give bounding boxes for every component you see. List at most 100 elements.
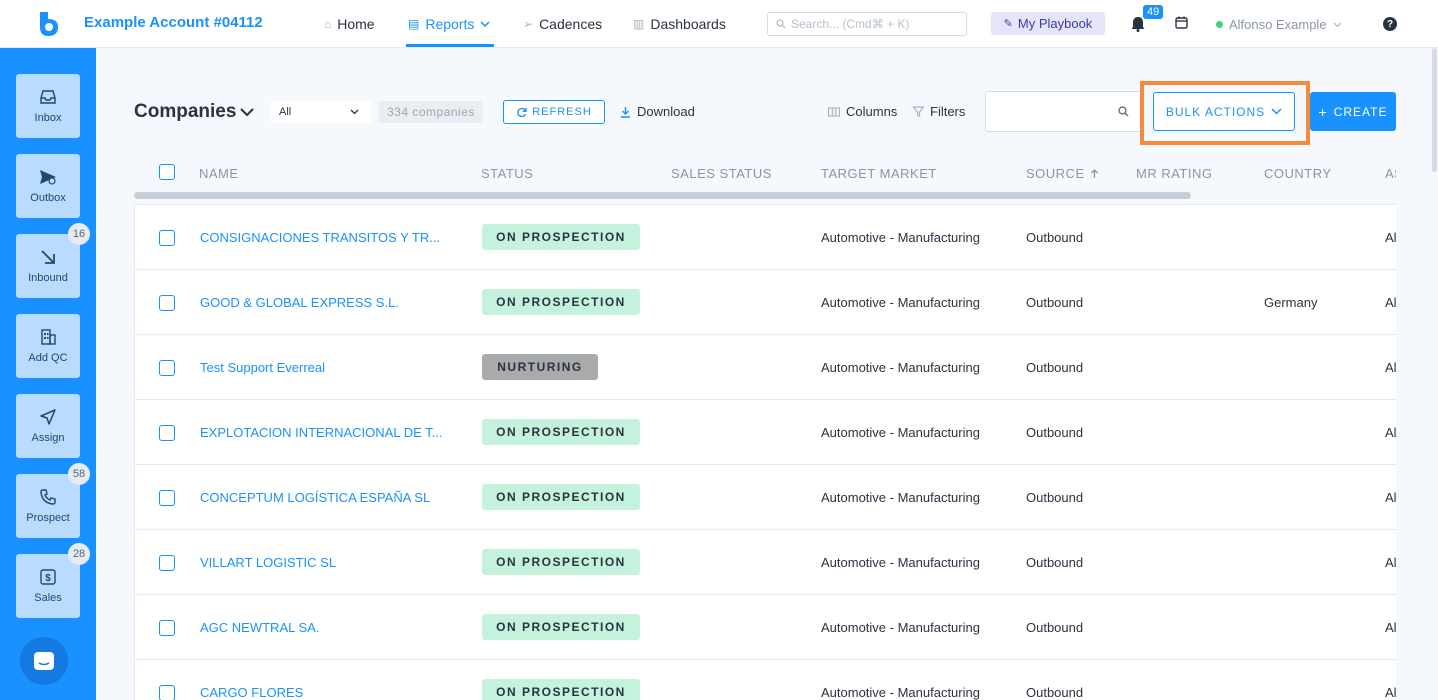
status-badge: ON PROSPECTION [482, 549, 640, 575]
bell-icon[interactable] [1131, 16, 1145, 32]
plus-icon: + [1318, 103, 1328, 120]
source-cell: Outbound [1026, 295, 1084, 310]
vertical-scrollbar[interactable] [1432, 48, 1437, 172]
columns-label: Columns [846, 104, 898, 119]
status-badge: ON PROSPECTION [482, 614, 640, 640]
view-filter-value: All [279, 106, 292, 118]
table-row[interactable]: CONSIGNACIONES TRANSITOS Y TR... ON PROSP… [135, 204, 1396, 269]
row-checkbox[interactable] [159, 490, 175, 506]
row-checkbox[interactable] [159, 230, 175, 246]
column-header-source[interactable]: SOURCE [1026, 166, 1099, 181]
row-checkbox[interactable] [159, 425, 175, 441]
create-label: CREATE [1333, 104, 1388, 119]
target-market-cell: Automotive - Manufacturing [821, 620, 980, 635]
target-market-cell: Automotive - Manufacturing [821, 295, 980, 310]
my-playbook-label: My Playbook [1017, 16, 1093, 31]
column-header-name[interactable]: NAME [199, 166, 239, 181]
account-name[interactable]: Example Account #04112 [84, 14, 263, 31]
target-market-cell: Automotive - Manufacturing [821, 555, 980, 570]
table-row[interactable]: VILLART LOGISTIC SL ON PROSPECTION Automot… [135, 529, 1396, 594]
sidebar-item-assign[interactable]: Assign [16, 394, 80, 458]
table-row[interactable]: EXPLOTACION INTERNACIONAL DE T... ON PROS… [135, 399, 1396, 464]
create-button[interactable]: + CREATE [1310, 92, 1396, 131]
table-row[interactable]: GOOD & GLOBAL EXPRESS S.L. ON PROSPECTION… [135, 269, 1396, 334]
download-button[interactable]: Download [620, 104, 695, 119]
filter-icon [913, 106, 924, 117]
table-row[interactable]: AGC NEWTRAL SA. ON PROSPECTION Automotive … [135, 594, 1396, 659]
top-bar: Example Account #04112 ⌂ Home ▤ Reports … [0, 0, 1438, 48]
page-title[interactable]: Companies [134, 101, 255, 123]
download-icon [621, 106, 630, 118]
user-menu[interactable]: Alfonso Example [1216, 17, 1342, 32]
company-name-link[interactable]: CARGO FLORES [200, 685, 303, 700]
company-name-link[interactable]: AGC NEWTRAL SA. [200, 620, 319, 635]
companies-count-badge: 334 companies [379, 101, 483, 123]
row-checkbox[interactable] [159, 555, 175, 571]
truncated-cell: Al [1385, 555, 1396, 570]
row-checkbox[interactable] [159, 620, 175, 636]
bulk-actions-button[interactable]: BULK ACTIONS [1153, 92, 1295, 131]
row-checkbox[interactable] [159, 685, 175, 700]
table-row[interactable]: CONCEPTUM LOGÍSTICA ESPAÑA SL ON PROSPECT… [135, 464, 1396, 529]
calendar-icon[interactable] [1175, 16, 1188, 29]
company-name-link[interactable]: Test Support Everreal [200, 360, 325, 375]
sidebar: Inbox Outbox Inbound 16 Add QC Assign Pr… [0, 48, 96, 700]
table-row[interactable]: CARGO FLORES ON PROSPECTION Automotive - M… [135, 659, 1396, 700]
wand-icon: ✎ [1003, 18, 1013, 30]
status-badge: ON PROSPECTION [482, 419, 640, 445]
horizontal-scrollbar[interactable] [134, 192, 1191, 199]
company-name-link[interactable]: VILLART LOGISTIC SL [200, 555, 336, 570]
target-market-cell: Automotive - Manufacturing [821, 230, 980, 245]
nav-active-indicator [406, 44, 494, 47]
company-name-link[interactable]: EXPLOTACION INTERNACIONAL DE T... [200, 425, 442, 440]
source-cell: Outbound [1026, 230, 1084, 245]
column-header-status[interactable]: STATUS [481, 166, 533, 181]
sidebar-item-prospect[interactable]: Prospect [16, 474, 80, 538]
row-checkbox[interactable] [159, 360, 175, 376]
table-search-input[interactable] [985, 91, 1142, 132]
my-playbook-button[interactable]: ✎ My Playbook [991, 12, 1105, 35]
chat-launcher-button[interactable] [20, 637, 68, 685]
status-badge: NURTURING [482, 354, 598, 380]
page-title-text: Companies [134, 101, 237, 122]
sidebar-item-add-qc[interactable]: Add QC [16, 314, 80, 378]
view-filter-select[interactable]: All [271, 101, 371, 123]
truncated-cell: Al [1385, 490, 1396, 505]
nav-dashboards[interactable]: ▥ Dashboards [633, 16, 726, 32]
truncated-cell: Al [1385, 620, 1396, 635]
refresh-button[interactable]: REFRESH [503, 100, 605, 124]
table-row[interactable]: Test Support Everreal NURTURING Automotive… [135, 334, 1396, 399]
nav-home[interactable]: ⌂ Home [324, 16, 375, 32]
sidebar-item-inbound[interactable]: Inbound [16, 234, 80, 298]
column-header-mr-rating[interactable]: MR RATING [1136, 166, 1212, 181]
nav-cadences[interactable]: ➢ Cadences [523, 16, 602, 32]
row-checkbox[interactable] [159, 295, 175, 311]
company-name-link[interactable]: CONCEPTUM LOGÍSTICA ESPAÑA SL [200, 490, 430, 505]
prospect-count-badge: 58 [68, 463, 90, 485]
dashboard-icon: ▥ [633, 17, 645, 31]
sort-ascending-icon [1090, 168, 1098, 178]
reports-icon: ▤ [408, 17, 420, 31]
sidebar-item-label: Sales [34, 592, 62, 604]
column-header-truncated[interactable]: AS [1385, 166, 1396, 181]
refresh-icon [517, 107, 527, 117]
chat-icon [34, 652, 54, 670]
filters-button[interactable]: Filters [913, 104, 965, 119]
company-name-link[interactable]: GOOD & GLOBAL EXPRESS S.L. [200, 295, 399, 310]
company-name-link[interactable]: CONSIGNACIONES TRANSITOS Y TR... [200, 230, 440, 245]
global-search-input[interactable]: Search... (Cmd⌘ + K) [767, 12, 967, 36]
select-all-checkbox[interactable] [159, 164, 175, 180]
help-icon[interactable]: ? [1383, 17, 1397, 31]
columns-button[interactable]: Columns [828, 104, 897, 119]
nav-reports[interactable]: ▤ Reports [408, 16, 490, 32]
column-header-country[interactable]: COUNTRY [1264, 166, 1332, 181]
column-header-target-market[interactable]: TARGET MARKET [821, 166, 937, 181]
country-cell: Germany [1264, 295, 1318, 310]
sidebar-item-outbox[interactable]: Outbox [16, 154, 80, 218]
sidebar-item-sales[interactable]: $ Sales [16, 554, 80, 618]
columns-icon [828, 106, 840, 117]
sidebar-item-inbox[interactable]: Inbox [16, 74, 80, 138]
column-header-sales-status[interactable]: SALES STATUS [671, 166, 772, 181]
inbox-icon [40, 90, 56, 104]
bloobirds-logo-icon[interactable] [36, 10, 62, 38]
